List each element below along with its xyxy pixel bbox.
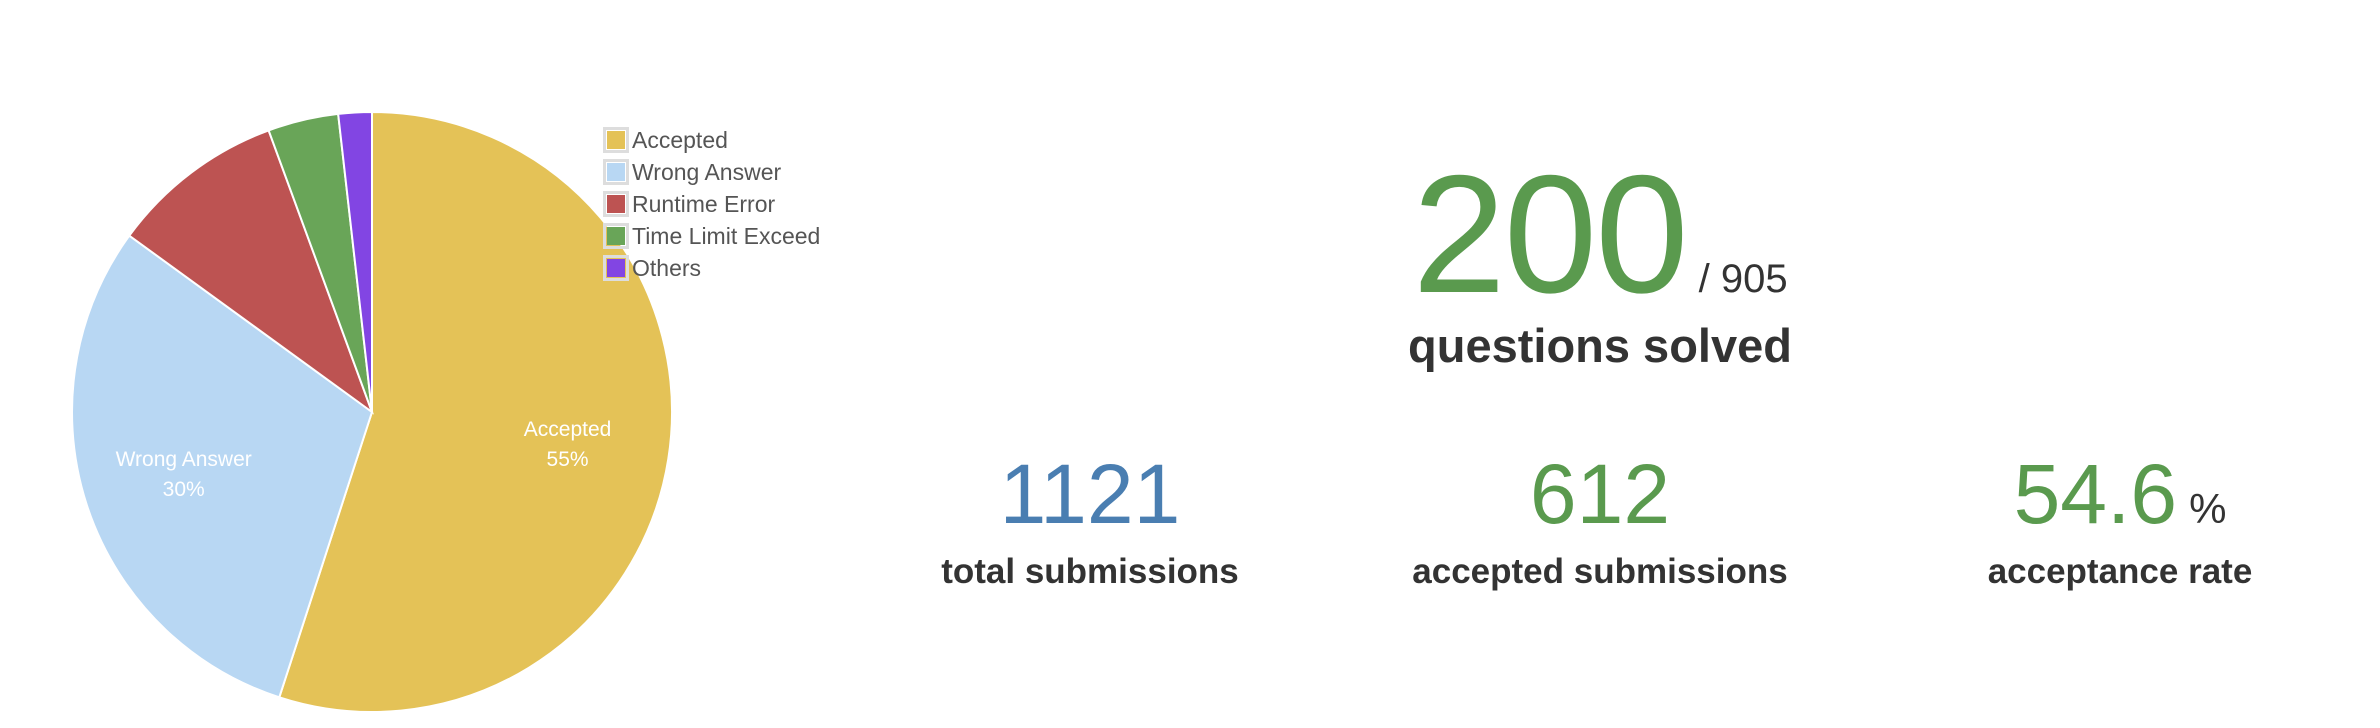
legend-label: Accepted [632,126,728,153]
submission-pie-chart: Accepted 55% Wrong Answer 30% [71,110,673,713]
legend-item-accepted[interactable]: Accepted [603,124,820,156]
legend-swatch [603,223,629,249]
accepted-submissions-block: 612 accepted submissions [1400,452,1800,592]
acceptance-rate-unit: % [2189,485,2227,532]
accepted-submissions-label: accepted submissions [1412,552,1788,591]
legend-item-others[interactable]: Others [603,252,820,284]
accepted-submissions-count: 612 [1529,447,1671,541]
chart-legend: Accepted Wrong Answer Runtime Error Time Li… [603,124,820,284]
solved-count: 200 [1412,140,1688,328]
total-submissions-count: 1121 [999,447,1181,541]
legend-swatch [603,127,629,153]
slice-label-name: Wrong Answer [116,448,252,471]
legend-swatch [603,191,629,217]
legend-item-runtime-error[interactable]: Runtime Error [603,188,820,220]
total-questions: / 905 [1698,257,1788,301]
legend-label: Wrong Answer [632,158,782,185]
legend-item-wrong-answer[interactable]: Wrong Answer [603,156,820,188]
legend-label: Others [632,254,702,281]
questions-solved-block: 200 / 905 questions solved [1380,150,1820,373]
legend-item-time-limit-exceed[interactable]: Time Limit Exceed [603,220,820,252]
slice-label-name: Accepted [524,418,612,441]
slice-label-percent: 30% [163,478,205,501]
solved-label: questions solved [1408,319,1792,372]
acceptance-rate-block: 54.6 % acceptance rate [1950,452,2290,592]
legend-label: Time Limit Exceed [632,222,821,249]
slice-label-percent: 55% [547,448,589,471]
total-submissions-block: 1121 total submissions [930,452,1250,592]
acceptance-rate-value: 54.6 [2013,447,2178,541]
legend-swatch [603,255,629,281]
legend-label: Runtime Error [632,190,776,217]
acceptance-rate-label: acceptance rate [1987,552,2253,591]
total-submissions-label: total submissions [941,552,1239,591]
legend-swatch [603,159,629,185]
